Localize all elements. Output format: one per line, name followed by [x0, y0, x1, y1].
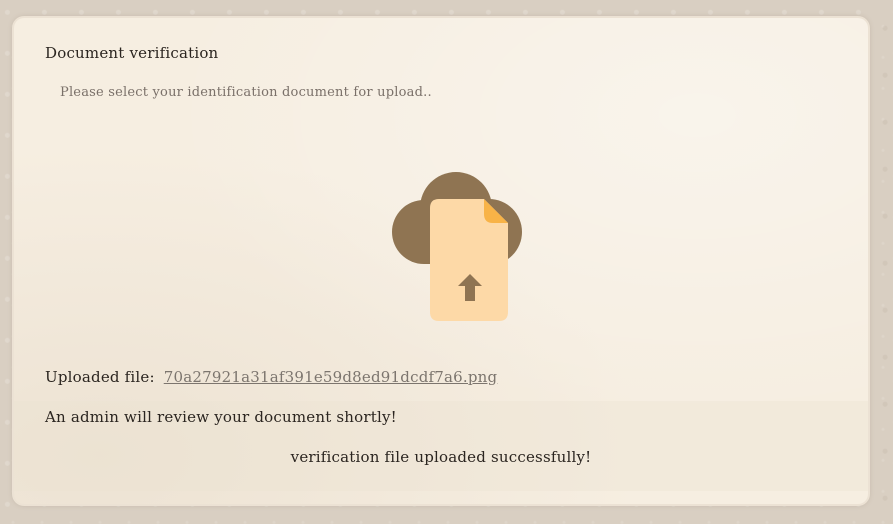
- card-subtitle: Please select your identification docume…: [60, 85, 432, 100]
- cloud-upload-icon: [392, 172, 522, 321]
- file-shape: [430, 199, 508, 321]
- card-title: Document verification: [45, 44, 219, 62]
- success-message: verification file uploaded successfully!: [290, 448, 592, 466]
- uploaded-file-label: Uploaded file:: [45, 368, 155, 386]
- upload-dropzone[interactable]: [374, 158, 539, 328]
- uploaded-file-row: Uploaded file: 70a27921a31af391e59d8ed91…: [45, 368, 497, 386]
- verification-card: Document verification Please select your…: [14, 18, 868, 504]
- uploaded-file-link[interactable]: 70a27921a31af391e59d8ed91dcdf7a6.png: [164, 368, 498, 386]
- review-message: An admin will review your document short…: [45, 408, 397, 426]
